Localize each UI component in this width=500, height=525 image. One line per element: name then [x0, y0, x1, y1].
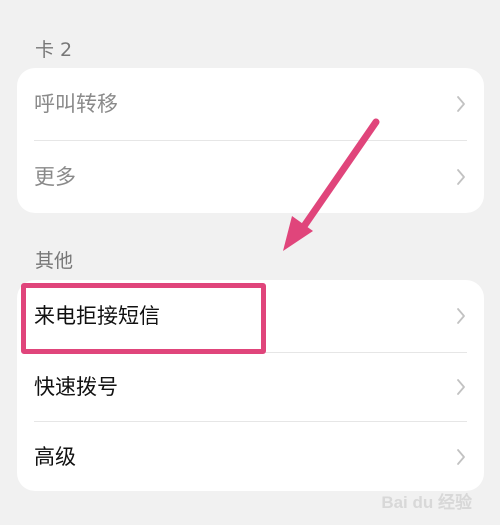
section-label-sim2: 卡 2: [35, 39, 73, 61]
section-label-other: 其他: [35, 250, 74, 272]
chevron-right-icon: [457, 308, 465, 324]
more-label: 更多: [34, 165, 76, 189]
speed-dial-item[interactable]: 快速拨号: [17, 353, 484, 421]
advanced-label: 高级: [34, 444, 76, 469]
chevron-right-icon: [457, 448, 465, 465]
speed-dial-label: 快速拨号: [34, 375, 118, 399]
chevron-right-icon: [457, 96, 465, 112]
highlight-box: [21, 283, 266, 354]
call-forwarding-label: 呼叫转移: [34, 92, 118, 116]
call-forwarding-item[interactable]: 呼叫转移: [17, 68, 484, 140]
sim2-card: 呼叫转移 更多: [17, 68, 484, 213]
chevron-right-icon: [457, 169, 465, 185]
more-item[interactable]: 更多: [17, 141, 484, 213]
chevron-right-icon: [457, 379, 465, 395]
advanced-item[interactable]: 高级: [17, 422, 484, 491]
baidu-watermark: Bai du 经验: [381, 493, 472, 512]
